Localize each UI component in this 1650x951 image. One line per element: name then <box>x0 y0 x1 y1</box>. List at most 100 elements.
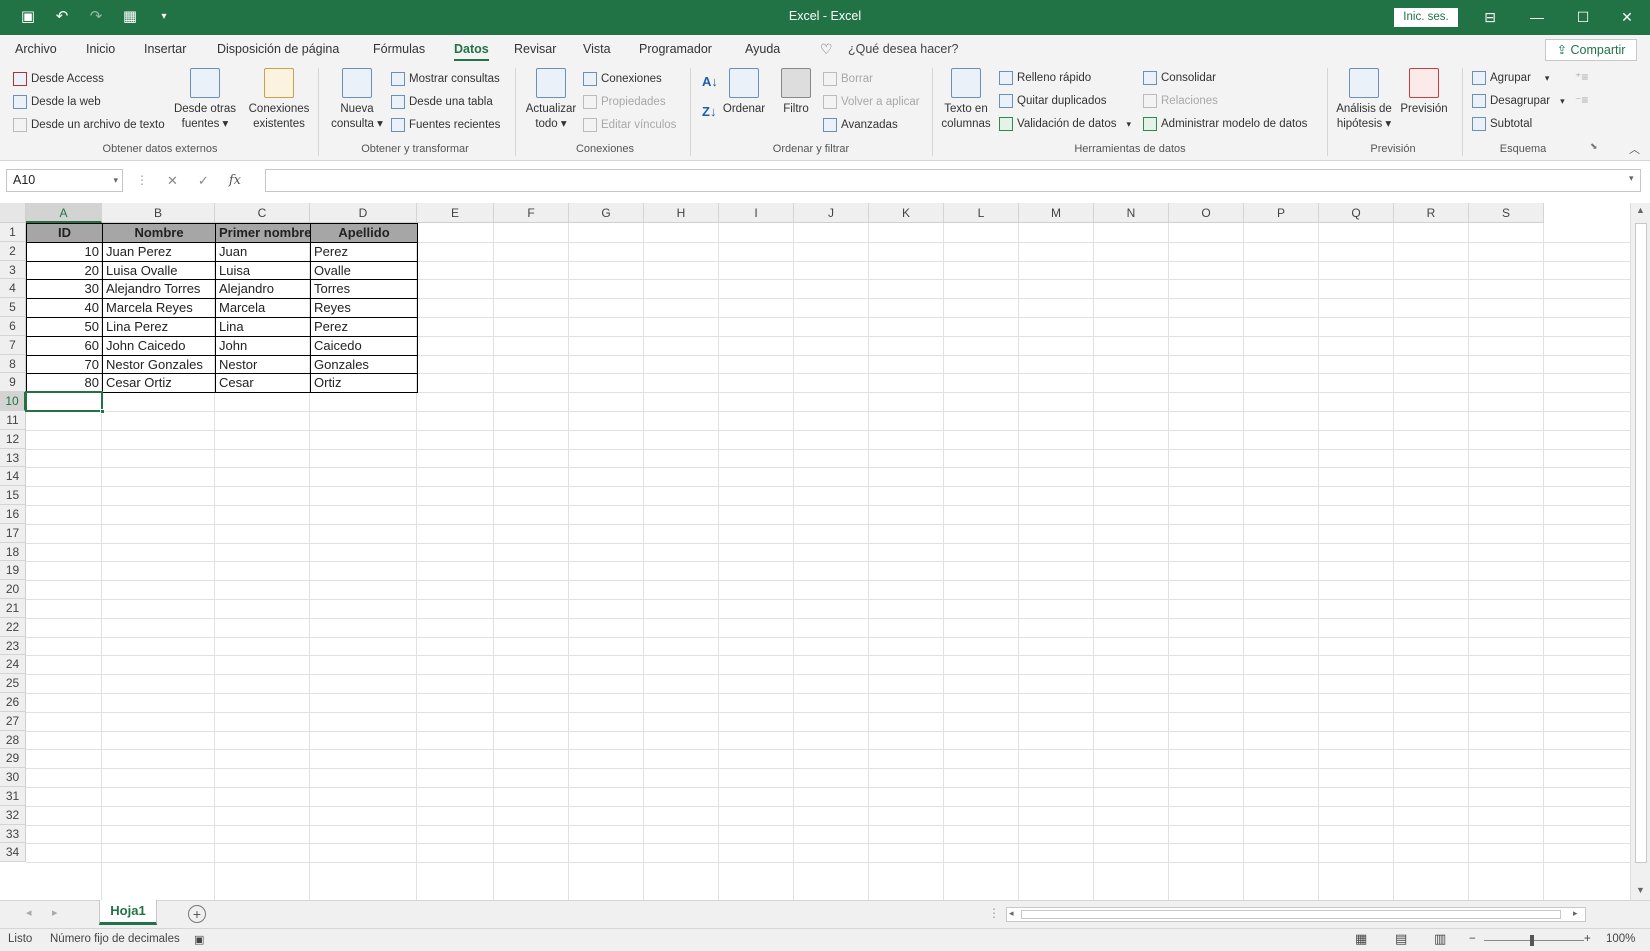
page-break-icon[interactable]: ▥ <box>1434 931 1446 947</box>
row-header-14[interactable]: 14 <box>0 467 26 487</box>
row-header-1[interactable]: 1 <box>0 223 26 242</box>
table-cell[interactable]: Lina <box>215 317 311 337</box>
dialog-launcher-icon[interactable]: ⬊ <box>1590 141 1598 152</box>
sort-az-icon[interactable]: A↓ <box>702 74 718 89</box>
sheet-tab-hoja1[interactable]: Hoja1 <box>99 900 157 925</box>
vertical-scrollbar[interactable]: ▲ ▼ <box>1630 203 1650 900</box>
macro-record-icon[interactable]: ▣ <box>194 933 204 946</box>
new-query-button[interactable]: Nueva consulta ▾ <box>325 68 389 132</box>
hscroll-thumb[interactable] <box>1021 910 1561 919</box>
hide-detail-icon[interactable]: ⁻≡ <box>1575 93 1588 107</box>
split-handle-icon[interactable]: ⋮ <box>988 906 1000 920</box>
column-header-k[interactable]: K <box>869 203 944 223</box>
row-header-2[interactable]: 2 <box>0 241 26 261</box>
table-cell[interactable]: 20 <box>26 260 103 281</box>
row-header-3[interactable]: 3 <box>0 260 26 280</box>
table-cell[interactable]: Perez <box>310 241 418 262</box>
row-header-30[interactable]: 30 <box>0 768 26 787</box>
row-header-18[interactable]: 18 <box>0 542 26 562</box>
refresh-all-button[interactable]: Actualizar todo ▾ <box>520 68 582 132</box>
column-header-p[interactable]: P <box>1244 203 1319 223</box>
table-cell[interactable]: Luisa <box>215 260 311 281</box>
forecast-sheet-button[interactable]: Previsión <box>1398 68 1450 117</box>
next-sheet-icon[interactable]: ▸ <box>52 906 58 919</box>
zoom-slider[interactable] <box>1484 935 1584 946</box>
row-header-7[interactable]: 7 <box>0 335 26 355</box>
row-header-16[interactable]: 16 <box>0 505 26 524</box>
column-header-j[interactable]: J <box>794 203 869 223</box>
table-cell[interactable]: Luisa Ovalle <box>102 260 216 281</box>
reapply-button[interactable]: Volver a aplicar <box>823 95 920 109</box>
row-header-19[interactable]: 19 <box>0 561 26 581</box>
table-cell[interactable]: John Caicedo <box>102 335 216 356</box>
table-cell[interactable]: 50 <box>26 317 103 337</box>
recent-sources-button[interactable]: Fuentes recientes <box>391 118 500 132</box>
minimize-icon[interactable]: — <box>1522 6 1552 28</box>
table-cell[interactable]: Cesar Ortiz <box>102 373 216 394</box>
fill-handle[interactable] <box>100 408 105 414</box>
table-cell[interactable]: Juan Perez <box>102 241 216 262</box>
column-header-a[interactable]: A <box>26 203 102 223</box>
tell-me-input[interactable]: ¿Qué desea hacer? <box>848 42 959 56</box>
formula-input[interactable] <box>265 169 1641 192</box>
remove-duplicates-button[interactable]: Quitar duplicados <box>999 94 1107 108</box>
row-header-15[interactable]: 15 <box>0 486 26 505</box>
what-if-button[interactable]: Análisis de hipótesis ▾ <box>1333 68 1395 132</box>
row-header-10[interactable]: 10 <box>0 392 26 411</box>
connections-button[interactable]: Conexiones <box>583 72 662 86</box>
from-access-button[interactable]: Desde Access <box>13 72 104 86</box>
table-cell[interactable]: Gonzales <box>310 354 418 375</box>
row-header-33[interactable]: 33 <box>0 824 26 844</box>
show-detail-icon[interactable]: ⁺≡ <box>1575 70 1588 84</box>
column-header-o[interactable]: O <box>1169 203 1244 223</box>
group-button[interactable]: Agrupar ▾ <box>1472 71 1549 85</box>
table-cell[interactable]: 70 <box>26 354 103 375</box>
row-header-34[interactable]: 34 <box>0 843 26 863</box>
table-cell[interactable]: Marcela Reyes <box>102 298 216 318</box>
row-header-5[interactable]: 5 <box>0 298 26 317</box>
tab-revisar[interactable]: Revisar <box>514 42 556 56</box>
column-header-b[interactable]: B <box>102 203 215 223</box>
column-header-h[interactable]: H <box>644 203 719 223</box>
edit-links-button[interactable]: Editar vínculos <box>583 118 676 132</box>
sort-za-icon[interactable]: Z↓ <box>702 104 716 119</box>
consolidate-button[interactable]: Consolidar <box>1143 71 1216 85</box>
worksheet-grid[interactable]: ABCDEFGHIJKLMNOPQRS 1 2 3 4 5 6 7 8 9 10 11 12 13 14 1… <box>0 203 1650 900</box>
row-header-13[interactable]: 13 <box>0 448 26 468</box>
column-header-q[interactable]: Q <box>1319 203 1394 223</box>
table-cell[interactable]: John <box>215 335 311 356</box>
table-cell[interactable]: Alejandro <box>215 279 311 300</box>
tab-disposicion[interactable]: Disposición de página <box>217 42 339 56</box>
zoom-level[interactable]: 100% <box>1606 933 1635 945</box>
row-header-25[interactable]: 25 <box>0 674 26 693</box>
row-header-20[interactable]: 20 <box>0 580 26 599</box>
table-cell[interactable]: Nestor Gonzales <box>102 354 216 375</box>
column-header-r[interactable]: R <box>1394 203 1469 223</box>
row-header-28[interactable]: 28 <box>0 730 26 750</box>
tab-ayuda[interactable]: Ayuda <box>745 42 780 56</box>
column-header-s[interactable]: S <box>1469 203 1544 223</box>
tab-insertar[interactable]: Insertar <box>144 42 186 56</box>
row-header-31[interactable]: 31 <box>0 787 26 806</box>
table-cell[interactable]: Marcela <box>215 298 311 318</box>
column-header-n[interactable]: N <box>1094 203 1169 223</box>
active-cell-selection[interactable] <box>25 391 105 414</box>
clear-filter-button[interactable]: Borrar <box>823 72 873 86</box>
column-header-e[interactable]: E <box>417 203 494 223</box>
row-header-4[interactable]: 4 <box>0 279 26 299</box>
other-sources-button[interactable]: Desde otras fuentes ▾ <box>171 68 239 132</box>
row-header-6[interactable]: 6 <box>0 317 26 336</box>
table-cell[interactable]: Alejandro Torres <box>102 279 216 300</box>
scroll-thumb[interactable] <box>1635 223 1647 863</box>
table-header-cell[interactable]: ID <box>26 223 103 243</box>
data-model-button[interactable]: Administrar modelo de datos <box>1143 117 1307 131</box>
close-icon[interactable]: ✕ <box>1612 6 1642 28</box>
table-cell[interactable]: Ovalle <box>310 260 418 281</box>
share-button[interactable]: ⇪ Compartir <box>1545 39 1637 61</box>
filter-button[interactable]: Filtro <box>776 68 816 117</box>
text-to-columns-button[interactable]: Texto en columnas <box>937 68 995 132</box>
column-header-f[interactable]: F <box>494 203 569 223</box>
scroll-down-icon[interactable]: ▼ <box>1636 885 1645 895</box>
drag-handle-icon[interactable]: ⋮ <box>136 173 148 187</box>
properties-button[interactable]: Propiedades <box>583 95 666 109</box>
